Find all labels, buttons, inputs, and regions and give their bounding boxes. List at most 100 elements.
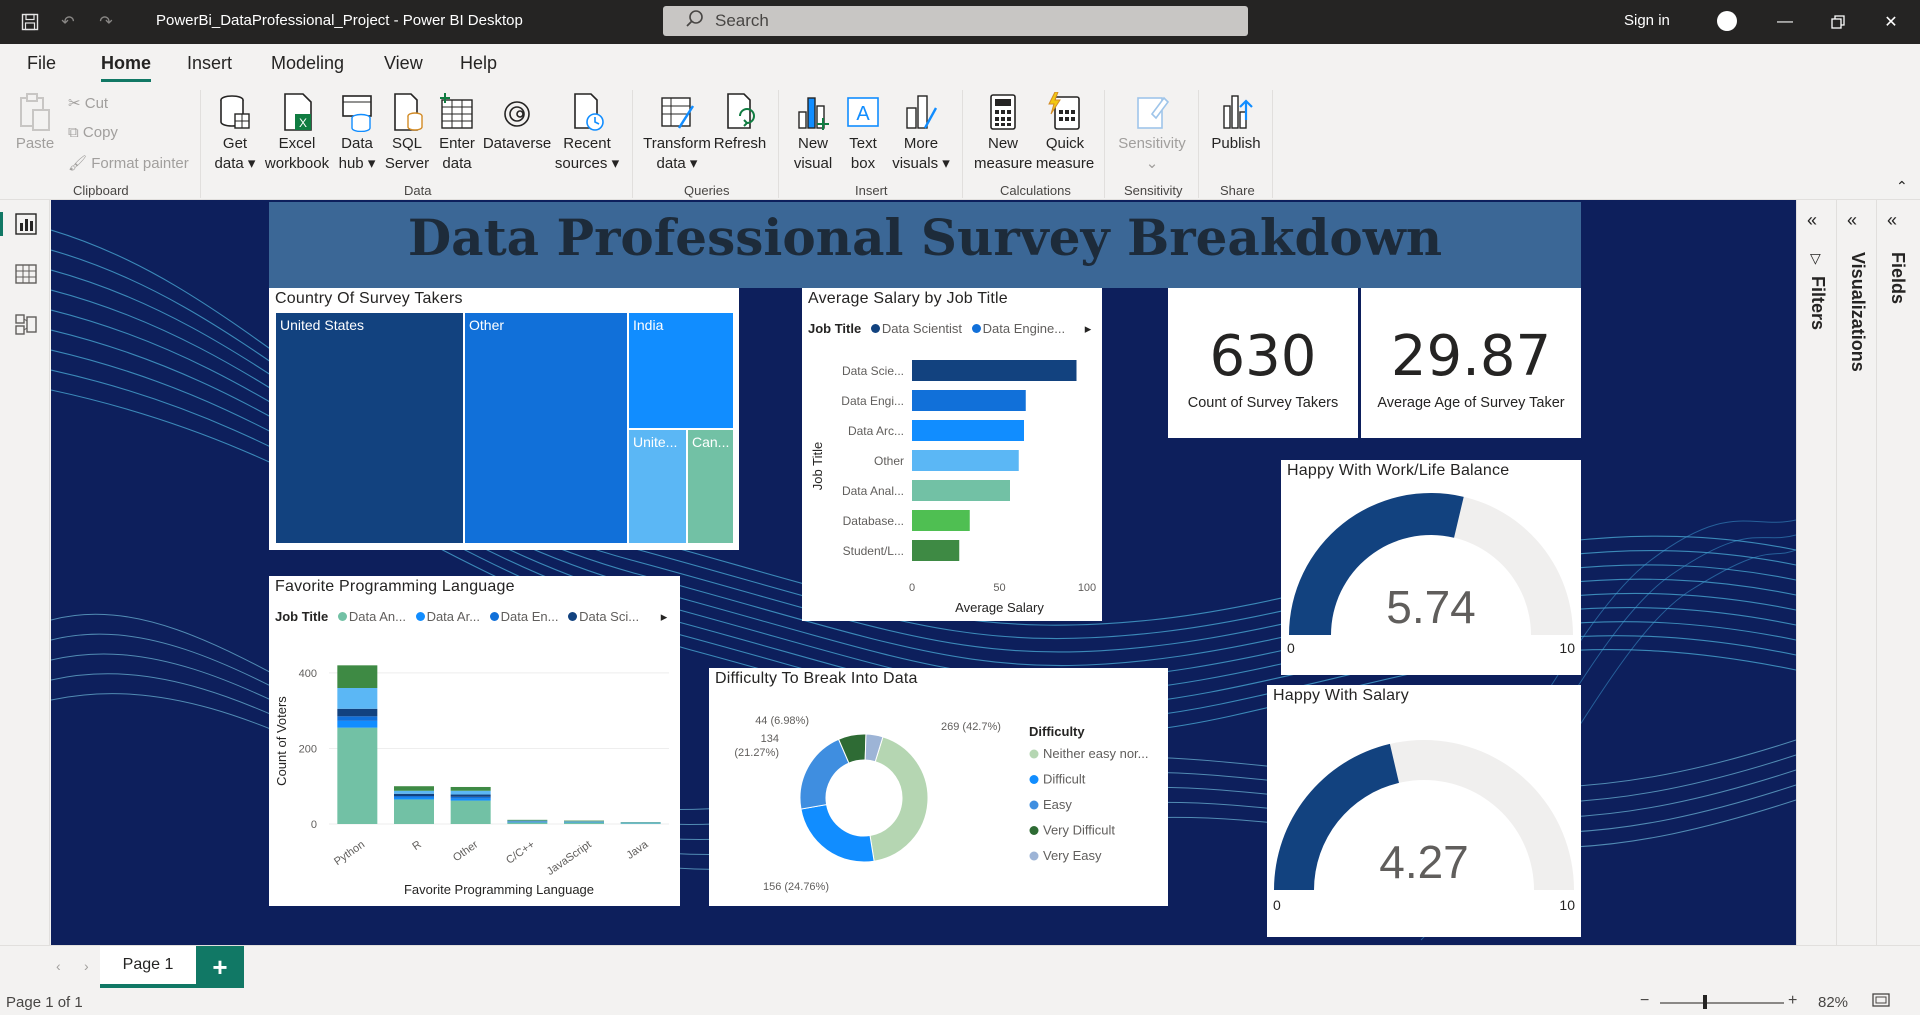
difficulty-donut-chart[interactable]: Difficulty To Break Into Data 269 (42.7%… — [709, 668, 1168, 906]
zoom-thumb[interactable] — [1703, 995, 1707, 1009]
card-value: 630 — [1209, 324, 1317, 389]
filters-pane[interactable]: « ▽ Filters — [1796, 200, 1836, 980]
treemap-visual[interactable]: Country Of Survey Takers United States O… — [269, 288, 739, 550]
excel-workbook-button[interactable]: X Excel workbook — [262, 92, 332, 174]
avatar[interactable] — [1717, 11, 1737, 31]
copy-button[interactable]: ⧉ Copy — [68, 124, 118, 141]
tab-view[interactable]: View — [384, 53, 423, 74]
model-view-icon[interactable] — [14, 312, 38, 336]
language-category-label: R — [410, 839, 423, 853]
dataverse-button[interactable]: Dataverse — [482, 92, 552, 154]
enter-data-button[interactable]: Enter data — [434, 92, 480, 174]
more-visuals-button[interactable]: More visuals ▾ — [892, 92, 950, 174]
donut-data-label: (21.27%) — [734, 747, 779, 759]
scissors-icon: ✂ — [68, 95, 81, 112]
new-visual-button[interactable]: New visual — [790, 92, 836, 174]
fields-pane[interactable]: « Fields — [1876, 200, 1916, 980]
language-bar-segment — [394, 799, 434, 824]
zoom-slider[interactable] — [1660, 1002, 1784, 1004]
zoom-out-icon[interactable]: − — [1640, 992, 1649, 1010]
next-page-icon[interactable]: › — [84, 958, 89, 974]
gauge-worklife[interactable]: Happy With Work/Life Balance 5.74 0 10 — [1281, 460, 1581, 675]
report-title-band[interactable]: Data Professional Survey Breakdown — [269, 202, 1581, 288]
language-bar-segment — [450, 798, 491, 801]
table-view-icon[interactable] — [14, 262, 38, 286]
language-bar-segment — [507, 822, 548, 824]
prev-page-icon[interactable]: ‹ — [56, 958, 61, 974]
undo-icon[interactable]: ↶ — [56, 10, 80, 34]
tab-insert[interactable]: Insert — [187, 53, 232, 74]
minimize-icon[interactable]: — — [1770, 10, 1800, 34]
collapse-ribbon-icon[interactable]: ⌃ — [1896, 178, 1908, 195]
salary-bar — [912, 480, 1010, 501]
salary-category-label: Data Scie... — [842, 364, 904, 378]
sensitivity-button[interactable]: Sensitivity ⌄ — [1114, 92, 1190, 174]
text-box-button[interactable]: A Text box — [840, 92, 886, 174]
data-hub-button[interactable]: Data hub ▾ — [334, 92, 380, 174]
refresh-button[interactable]: Refresh — [712, 92, 768, 154]
publish-button[interactable]: Publish — [1208, 92, 1264, 154]
publish-icon — [1218, 92, 1254, 132]
language-bar-segment — [394, 786, 434, 791]
expand-filters-icon[interactable]: « — [1807, 210, 1817, 231]
report-view-icon[interactable] — [14, 212, 38, 236]
donut-legend-item: Difficult — [1043, 772, 1086, 787]
data-hub-icon — [339, 92, 375, 133]
page-tab[interactable]: Page 1 — [100, 946, 196, 988]
filter-icon: ▽ — [1810, 250, 1821, 266]
database-icon — [217, 92, 253, 132]
get-data-button[interactable]: Get data ▾ — [210, 92, 260, 174]
donut-slice — [800, 803, 875, 863]
treemap-cell-other[interactable]: Other — [464, 312, 628, 544]
donut-slice — [799, 738, 850, 810]
tab-file[interactable]: File — [27, 53, 56, 74]
treemap-cell-canada[interactable]: Can... — [687, 429, 734, 544]
format-painter-button[interactable]: 🖌 Format painter — [68, 154, 189, 172]
ribbon-separator — [778, 90, 779, 198]
card-count[interactable]: 630 Count of Survey Takers — [1168, 288, 1358, 438]
transform-data-button[interactable]: Transform data ▾ — [642, 92, 712, 174]
sql-server-button[interactable]: SQL Server — [384, 92, 430, 174]
language-column-chart[interactable]: Favorite Programming Language Job Title … — [269, 576, 680, 906]
treemap-cell-united-kingdom[interactable]: Unite... — [628, 429, 687, 544]
quick-measure-button[interactable]: Quick measure — [1034, 91, 1096, 174]
expand-visualizations-icon[interactable]: « — [1847, 210, 1857, 231]
tab-help[interactable]: Help — [460, 53, 497, 74]
save-icon[interactable] — [18, 10, 42, 34]
zoom-in-icon[interactable]: + — [1788, 992, 1797, 1010]
recent-sources-button[interactable]: Recent sources ▾ — [552, 92, 622, 174]
sign-in-link[interactable]: Sign in — [1624, 12, 1670, 29]
salary-bar-chart[interactable]: Average Salary by Job Title Job Title Da… — [802, 288, 1102, 621]
ribbon-separator — [200, 90, 201, 198]
cut-button[interactable]: ✂ Cut — [68, 94, 108, 112]
close-icon[interactable]: ✕ — [1876, 10, 1906, 34]
gauge-arc — [1274, 740, 1574, 890]
redo-icon[interactable]: ↷ — [94, 10, 118, 34]
search-input[interactable]: Search — [663, 6, 1248, 36]
active-view-indicator — [0, 212, 3, 236]
language-bar-segment — [564, 820, 604, 822]
visualizations-pane[interactable]: « Visualizations — [1836, 200, 1876, 980]
treemap-cell-united-states[interactable]: United States — [275, 312, 464, 544]
language-x-axis-title: Favorite Programming Language — [404, 882, 594, 897]
ribbon-separator — [1272, 90, 1273, 198]
group-label-sensitivity: Sensitivity — [1124, 183, 1183, 198]
new-measure-button[interactable]: New measure — [974, 92, 1032, 174]
paste-button[interactable]: Paste — [14, 92, 56, 154]
gauge-salary[interactable]: Happy With Salary 4.27 0 10 — [1267, 685, 1581, 937]
restore-icon[interactable] — [1823, 10, 1853, 34]
language-bar-segment — [394, 796, 434, 798]
group-label-calculations: Calculations — [1000, 183, 1071, 198]
expand-fields-icon[interactable]: « — [1887, 210, 1897, 231]
tab-modeling[interactable]: Modeling — [271, 53, 344, 74]
add-page-button[interactable]: + — [196, 946, 244, 988]
language-category-label: Other — [451, 838, 481, 864]
gauge-min: 0 — [1287, 640, 1295, 656]
treemap-cell-india[interactable]: India — [628, 312, 734, 429]
tab-home[interactable]: Home — [101, 53, 152, 82]
report-canvas[interactable]: Data Professional Survey Breakdown Count… — [51, 200, 1796, 945]
salary-bar — [912, 450, 1019, 471]
fit-to-page-icon[interactable] — [1872, 992, 1890, 1012]
language-category-label: Java — [624, 838, 651, 862]
card-average-age[interactable]: 29.87 Average Age of Survey Taker — [1361, 288, 1581, 438]
